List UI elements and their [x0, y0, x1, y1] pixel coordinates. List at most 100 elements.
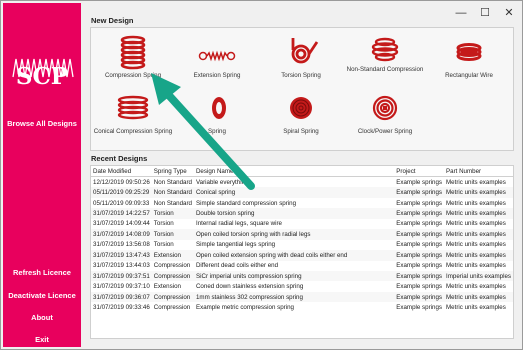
- cell-name: Open coiled extension spring with dead c…: [193, 250, 395, 261]
- table-row[interactable]: 31/07/2019 14:09:44 Torsion Internal radia…: [91, 219, 513, 229]
- cell-name: Conical spring: [193, 187, 395, 198]
- cell-type: Non Standard: [151, 187, 194, 198]
- cell-name: Simple tangential legs spring: [195, 241, 276, 249]
- non-standard-compression-icon: [371, 37, 399, 62]
- column-header-name[interactable]: Design Name: [193, 166, 395, 177]
- column-header-project[interactable]: Project: [394, 166, 444, 177]
- cell-project: Example springs: [394, 270, 444, 282]
- app-window: — ☐ ✕ SCP Browse All Designs Refresh Lic…: [0, 0, 523, 350]
- recent-designs-body: 12/12/2019 09:50:26 Non Standard Variable …: [91, 177, 513, 313]
- cell-part: Metric units examples: [446, 220, 506, 228]
- cell-project: Example springs: [396, 283, 442, 291]
- extension-spring-icon: [198, 50, 236, 62]
- table-row[interactable]: 05/11/2019 09:25:29 Non Standard Conical s…: [91, 187, 513, 198]
- tile-extension-spring[interactable]: Extension Spring: [175, 34, 259, 84]
- deactivate-licence-button[interactable]: Deactivate Licence: [3, 291, 81, 300]
- cell-name: Different dead coils either end: [195, 262, 279, 270]
- tile-label: Torsion Spring: [281, 72, 321, 79]
- column-header-type[interactable]: Spring Type: [151, 166, 194, 177]
- rectangular-wire-icon: [456, 43, 482, 61]
- cell-type: Torsion: [151, 208, 194, 219]
- cell-type: Compression: [151, 270, 194, 282]
- cell-name: Internal radial legs, square wire: [195, 220, 282, 228]
- spring-washer-icon: [212, 97, 226, 119]
- tile-non-standard-compression[interactable]: Non-Standard Compression: [343, 34, 427, 84]
- cell-date: 31/07/2019 13:47:43: [91, 250, 152, 261]
- table-row[interactable]: 31/07/2019 13:47:43 Extension Open coiled …: [91, 250, 513, 261]
- cell-part: Imperial units examples: [444, 270, 513, 282]
- refresh-licence-button[interactable]: Refresh Licence: [3, 268, 81, 277]
- cell-type: Extension: [151, 250, 194, 261]
- cell-project: Example springs: [394, 229, 444, 240]
- new-design-panel: Compression Spring Extension Spring Tors…: [90, 27, 514, 151]
- tile-spiral-spring[interactable]: Spiral Spring: [259, 92, 343, 142]
- cell-part: Metric units examples: [444, 250, 513, 261]
- cell-part: Metric units examples: [444, 229, 513, 240]
- cell-date: 31/07/2019 09:33:46: [93, 303, 150, 311]
- close-button[interactable]: ✕: [499, 5, 519, 21]
- column-header-date[interactable]: Date Modified: [91, 166, 152, 177]
- clock-power-spring-icon: [372, 95, 398, 121]
- tile-spring-washer[interactable]: Spring: [175, 92, 259, 142]
- cell-name: Double torsion spring: [193, 208, 395, 219]
- cell-part: Metric units examples: [446, 283, 506, 291]
- cell-project: Example springs: [396, 303, 442, 311]
- cell-part: Metric units examples: [446, 178, 506, 186]
- tile-compression-spring[interactable]: Compression Spring: [91, 34, 175, 84]
- cell-name: Open coiled torsion spring with radial l…: [193, 229, 395, 240]
- tile-label: Spiral Spring: [283, 128, 319, 135]
- cell-project: Example springs: [396, 262, 442, 270]
- maximize-button[interactable]: ☐: [475, 5, 495, 21]
- tile-label: Spring: [208, 128, 226, 135]
- cell-date: 31/07/2019 13:56:08: [93, 241, 150, 249]
- cell-date: 05/11/2019 09:25:29: [91, 187, 152, 198]
- browse-all-designs-button[interactable]: Browse All Designs: [3, 119, 81, 128]
- cell-date: 12/12/2019 09:50:26: [93, 178, 150, 186]
- column-header-part[interactable]: Part Number: [444, 166, 513, 177]
- conical-compression-spring-icon: [117, 95, 149, 120]
- table-row[interactable]: 31/07/2019 14:08:09 Torsion Open coiled to…: [91, 229, 513, 240]
- cell-type: Torsion: [153, 241, 174, 249]
- table-row[interactable]: 31/07/2019 13:56:08 Torsion Simple tangent…: [91, 240, 513, 250]
- cell-name: Simple standard compression spring: [195, 199, 297, 207]
- tile-conical-compression-spring[interactable]: Conical Compression Spring: [91, 92, 175, 142]
- cell-part: Metric units examples: [444, 291, 513, 303]
- table-row[interactable]: 31/07/2019 09:37:10 Extension Coned down s…: [91, 281, 513, 291]
- cell-type: Extension: [153, 283, 181, 291]
- tile-torsion-spring[interactable]: Torsion Spring: [259, 34, 343, 84]
- cell-part: Metric units examples: [446, 303, 506, 311]
- cell-project: Example springs: [396, 220, 442, 228]
- spiral-spring-icon: [290, 97, 312, 119]
- table-row[interactable]: 31/07/2019 09:37:51 Compression SiCr imper…: [91, 270, 513, 282]
- table-row[interactable]: 31/07/2019 09:33:46 Compression Example me…: [91, 302, 513, 312]
- table-row[interactable]: 05/11/2019 09:09:33 Non Standard Simple st…: [91, 198, 513, 208]
- cell-date: 31/07/2019 14:08:09: [91, 229, 152, 240]
- cell-type: Non Standard: [153, 199, 192, 207]
- cell-type: Compression: [151, 291, 194, 303]
- cell-date: 31/07/2019 14:09:44: [93, 220, 150, 228]
- cell-project: Example springs: [394, 250, 444, 261]
- compression-spring-icon: [120, 35, 146, 70]
- cell-project: Example springs: [396, 199, 442, 207]
- cell-project: Example springs: [394, 208, 444, 219]
- cell-project: Example springs: [396, 241, 442, 249]
- table-row[interactable]: 31/07/2019 09:36:07 Compression 1mm stainl…: [91, 291, 513, 303]
- exit-button[interactable]: Exit: [3, 335, 81, 344]
- torsion-spring-icon: [291, 38, 319, 64]
- tile-rectangular-wire[interactable]: Rectangular Wire: [427, 34, 511, 84]
- cell-name: SiCr imperial units compression spring: [193, 270, 395, 282]
- table-row[interactable]: 12/12/2019 09:50:26 Non Standard Variable …: [91, 177, 513, 188]
- tile-clock-power-spring[interactable]: Clock/Power Spring: [343, 92, 427, 142]
- cell-project: Example springs: [394, 187, 444, 198]
- minimize-button[interactable]: —: [451, 5, 471, 21]
- cell-type: Compression: [153, 262, 191, 270]
- cell-type: Compression: [153, 303, 191, 311]
- cell-type: Torsion: [151, 229, 194, 240]
- about-button[interactable]: About: [3, 313, 81, 322]
- cell-date: 31/07/2019 09:36:07: [91, 291, 152, 303]
- cell-type: Torsion: [153, 220, 174, 228]
- cell-date: 31/07/2019 14:22:57: [91, 208, 152, 219]
- table-row[interactable]: 31/07/2019 14:22:57 Torsion Double torsion…: [91, 208, 513, 219]
- table-row[interactable]: 31/07/2019 13:44:03 Compression Different …: [91, 261, 513, 271]
- tile-label: Clock/Power Spring: [357, 128, 413, 135]
